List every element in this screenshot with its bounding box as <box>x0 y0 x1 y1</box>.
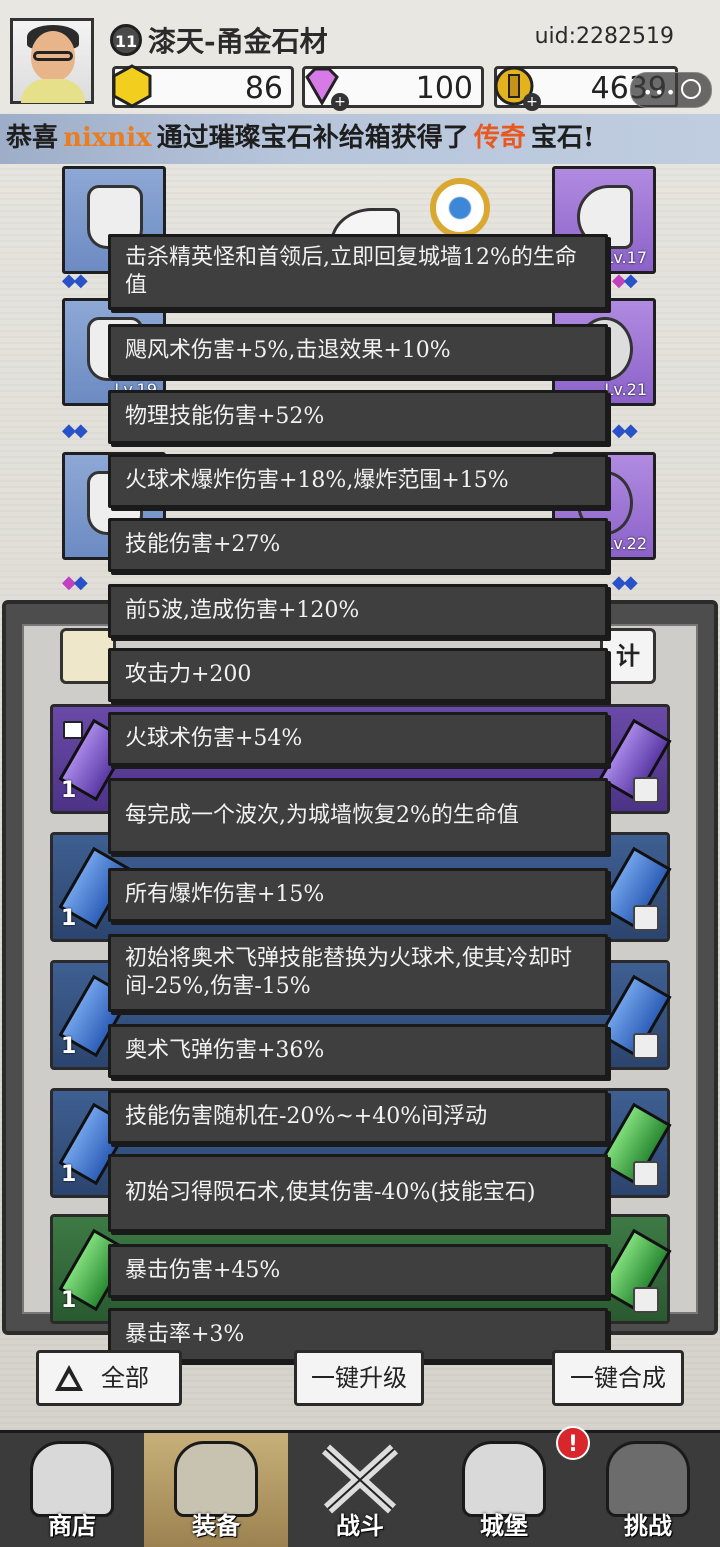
attribute-row: 奥术飞弹伤害+36% <box>108 1024 608 1078</box>
add-diamond-icon[interactable]: + <box>331 93 349 111</box>
gem-count: 1 <box>61 906 77 931</box>
attribute-row: 前5波,造成伤害+120% <box>108 584 608 638</box>
banner-grade: 传奇 <box>473 123 526 153</box>
resource-value: 86 <box>244 71 283 106</box>
ring-type-icon <box>633 777 659 803</box>
equipment-level: Lv.21 <box>604 380 647 399</box>
one-click-merge-button[interactable]: 一键合成 <box>552 1350 684 1406</box>
filter-all-button[interactable]: 全部 <box>36 1350 182 1406</box>
miniprogram-menu-button[interactable]: ••• <box>630 72 712 108</box>
nav-label: 战斗 <box>336 1511 384 1540</box>
banner-user: nixnix <box>63 123 152 153</box>
nav-label: 城堡 <box>480 1511 528 1540</box>
attribute-row: 击杀精英怪和首领后,立即回复城墙12%的生命值 <box>108 234 608 310</box>
ring-type-icon <box>633 1033 659 1059</box>
gem-sockets: ◆◆ <box>62 270 88 291</box>
gem-count: 1 <box>61 1162 77 1187</box>
attribute-row: 每完成一个波次,为城墙恢复2%的生命值 <box>108 778 608 854</box>
player-uid: uid:2282519 <box>534 24 674 49</box>
player-header: 11 漆天-甬金石材 uid:2282519 86 + 100 + 4639 •… <box>0 0 720 112</box>
gem-sockets: ◆◆ <box>612 270 638 291</box>
gold-hexagon-icon <box>112 64 152 108</box>
attribute-row: 飓风术伤害+5%,击退效果+10% <box>108 324 608 378</box>
attribute-row: 技能伤害随机在-20%~+40%间浮动 <box>108 1090 608 1144</box>
avatar-shirt <box>21 79 85 103</box>
close-target-icon[interactable] <box>681 79 701 99</box>
banner-middle: 通过璀璨宝石补给箱获得了 <box>156 123 469 153</box>
gem-count: 1 <box>61 1034 77 1059</box>
nav-label: 装备 <box>192 1511 240 1540</box>
gem-sockets: ◆◆ <box>62 420 88 441</box>
gem-count: 1 <box>61 778 77 803</box>
banner-suffix: 宝石! <box>530 123 595 153</box>
staff-orb-icon <box>430 178 490 238</box>
nav-label: 挑战 <box>624 1511 672 1540</box>
nav-equipment[interactable]: 装备 <box>144 1433 288 1547</box>
more-dots-icon: ••• <box>643 83 678 102</box>
attribute-row: 物理技能伤害+52% <box>108 390 608 444</box>
equipment-level: Lv.17 <box>604 248 647 267</box>
gem-count: 1 <box>61 1288 77 1313</box>
player-name: 漆天-甬金石材 <box>148 25 328 58</box>
nav-castle[interactable]: 城堡 <box>432 1433 576 1547</box>
level-badge: 11 <box>110 24 142 56</box>
nav-label: 商店 <box>48 1511 96 1540</box>
equipment-level: Lv.22 <box>604 534 647 553</box>
gem-sockets: ◆◆ <box>612 420 638 441</box>
attribute-row: 技能伤害+27% <box>108 518 608 572</box>
attribute-row: 初始习得陨石术,使其伤害-40%(技能宝石) <box>108 1154 608 1232</box>
attribute-row: 火球术爆炸伤害+18%,爆炸范围+15% <box>108 454 608 508</box>
filter-all-label: 全部 <box>101 1364 149 1392</box>
resource-value: 100 <box>415 71 473 106</box>
nav-shop[interactable]: 商店 <box>0 1433 144 1547</box>
resource-diamond[interactable]: + 100 <box>302 66 484 111</box>
attribute-row: 攻击力+200 <box>108 648 608 702</box>
banner-prefix: 恭喜 <box>6 123 59 153</box>
attribute-row: 火球术伤害+54% <box>108 712 608 766</box>
gem-sockets: ◆◆ <box>612 572 638 593</box>
attribute-row: 初始将奥术飞弹技能替换为火球术,使其冷却时间-25%,伤害-15% <box>108 934 608 1012</box>
player-avatar[interactable] <box>10 18 94 104</box>
gem-sockets: ◆◆ <box>62 572 88 593</box>
announcement-banner: 恭喜 nixnix 通过璀璨宝石补给箱获得了 传奇 宝石! <box>0 114 720 164</box>
resource-gold-hexagon[interactable]: 86 <box>112 64 294 108</box>
bottom-navigation: 商店 装备 战斗 城堡 挑战 <box>0 1430 720 1547</box>
triangle-up-icon <box>55 1365 83 1391</box>
castle-notification-badge: ! <box>556 1426 590 1460</box>
nav-challenge[interactable]: 挑战 <box>576 1433 720 1547</box>
lock-icon[interactable] <box>63 721 83 739</box>
one-click-upgrade-button[interactable]: 一键升级 <box>294 1350 424 1406</box>
avatar-glasses <box>33 51 73 61</box>
nav-battle[interactable]: 战斗 <box>288 1433 432 1547</box>
attribute-row: 暴击伤害+45% <box>108 1244 608 1298</box>
pipe-type-icon <box>633 1287 659 1313</box>
boots-type-icon <box>633 905 659 931</box>
attribute-row: 所有爆炸伤害+15% <box>108 868 608 922</box>
add-coin-icon[interactable]: + <box>523 93 541 111</box>
inventory-stats-tab[interactable]: 计 <box>600 628 656 684</box>
armor-type-icon <box>633 1161 659 1187</box>
